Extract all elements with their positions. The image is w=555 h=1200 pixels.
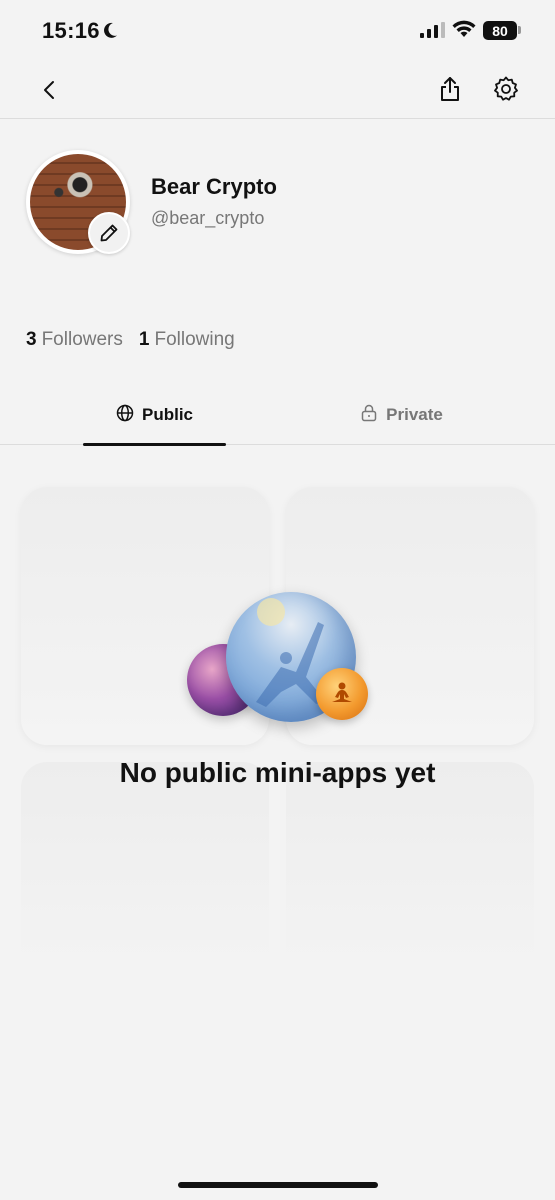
home-indicator[interactable] — [178, 1182, 378, 1188]
share-icon[interactable] — [434, 72, 466, 106]
tab-public[interactable]: Public — [83, 385, 226, 446]
globe-icon — [116, 404, 134, 427]
tab-public-label: Public — [141, 405, 193, 424]
profile-username: @bear_crypto — [151, 208, 265, 228]
placeholder-card — [286, 762, 534, 1012]
placeholder-card — [21, 762, 269, 1012]
empty-state-title: No public mini-apps yet — [119, 757, 436, 788]
visibility-tabs: Public Private — [0, 385, 555, 446]
meditation-orb-illustration — [316, 668, 368, 720]
signal-icon — [420, 22, 446, 43]
battery-cap — [518, 26, 521, 34]
following-label: Following — [154, 329, 235, 350]
lock-icon — [360, 404, 378, 427]
status-time: 15:16 — [42, 18, 100, 43]
back-chevron-icon[interactable] — [34, 74, 66, 106]
profile-stats: 3 Followers 1 Following — [26, 329, 235, 351]
following-link[interactable]: 1 Following — [139, 329, 235, 351]
nav-header — [0, 62, 555, 119]
wifi-icon — [452, 20, 476, 43]
followers-link[interactable]: 3 Followers — [26, 329, 123, 351]
profile-display-name: Bear Crypto — [151, 174, 277, 199]
following-count: 1 — [138, 329, 150, 350]
gear-icon[interactable] — [490, 73, 522, 105]
tab-private-label: Private — [386, 405, 443, 424]
moon-icon — [101, 21, 119, 44]
followers-label: Followers — [41, 329, 123, 350]
status-bar: 15:16 80 — [0, 0, 555, 62]
tab-private[interactable]: Private — [330, 385, 473, 445]
avatar-container — [26, 150, 130, 254]
followers-count: 3 — [26, 329, 37, 350]
pencil-icon[interactable] — [88, 212, 130, 254]
battery-icon: 80 — [483, 21, 517, 40]
